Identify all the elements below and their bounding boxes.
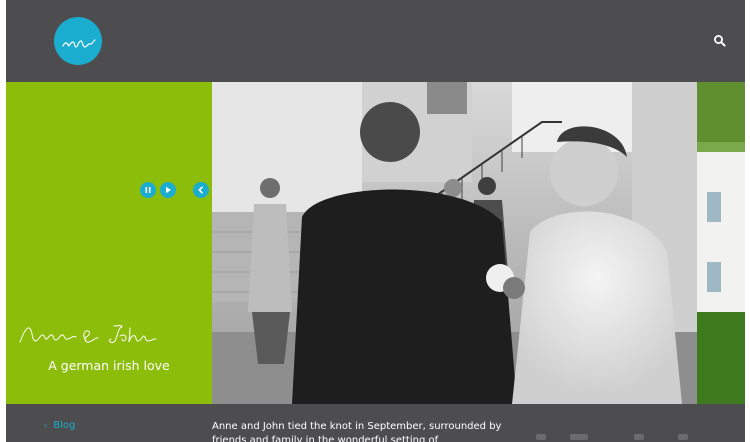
chevron-left-icon (198, 186, 204, 194)
play-icon (166, 186, 171, 194)
next-slide-preview (697, 82, 745, 404)
wave-script-logo-icon (62, 39, 96, 48)
page: A german irish love › Blog Anne and John… (6, 0, 745, 442)
caption-subtitle: A german irish love (48, 358, 170, 373)
nav-link-blog-label: Blog (53, 420, 76, 431)
pause-button[interactable] (140, 182, 156, 198)
share-icon[interactable] (678, 434, 688, 440)
next-slide-image (697, 82, 745, 404)
wedding-photo-image (212, 82, 697, 404)
share-icon[interactable] (536, 434, 546, 440)
share-icon[interactable] (570, 434, 588, 440)
search-button[interactable] (712, 33, 728, 49)
share-icons (530, 434, 730, 442)
caption-script-title (19, 325, 157, 344)
slide-photo (212, 82, 697, 404)
content-strip: › Blog Anne and John tied the knot in Sep… (6, 404, 745, 442)
previous-slide-button[interactable] (193, 182, 209, 198)
site-logo[interactable] (54, 17, 102, 65)
search-icon (714, 35, 726, 47)
play-button[interactable] (160, 182, 176, 198)
post-excerpt: Anne and John tied the knot in September… (212, 421, 502, 442)
nav-link-blog[interactable]: › Blog (44, 420, 75, 431)
pause-icon (145, 187, 151, 193)
slide-caption-panel: A german irish love (6, 82, 229, 404)
site-header (6, 0, 745, 82)
share-icon[interactable] (634, 434, 644, 440)
chevron-right-icon: › (44, 421, 48, 430)
